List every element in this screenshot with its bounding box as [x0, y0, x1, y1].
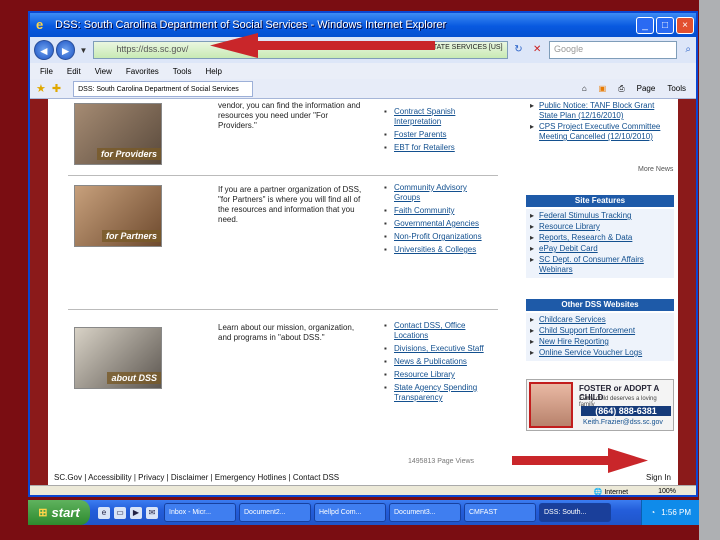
annotation-arrows [210, 33, 648, 473]
sign-in-arrow [512, 448, 648, 473]
address-bar-arrow [210, 33, 435, 58]
